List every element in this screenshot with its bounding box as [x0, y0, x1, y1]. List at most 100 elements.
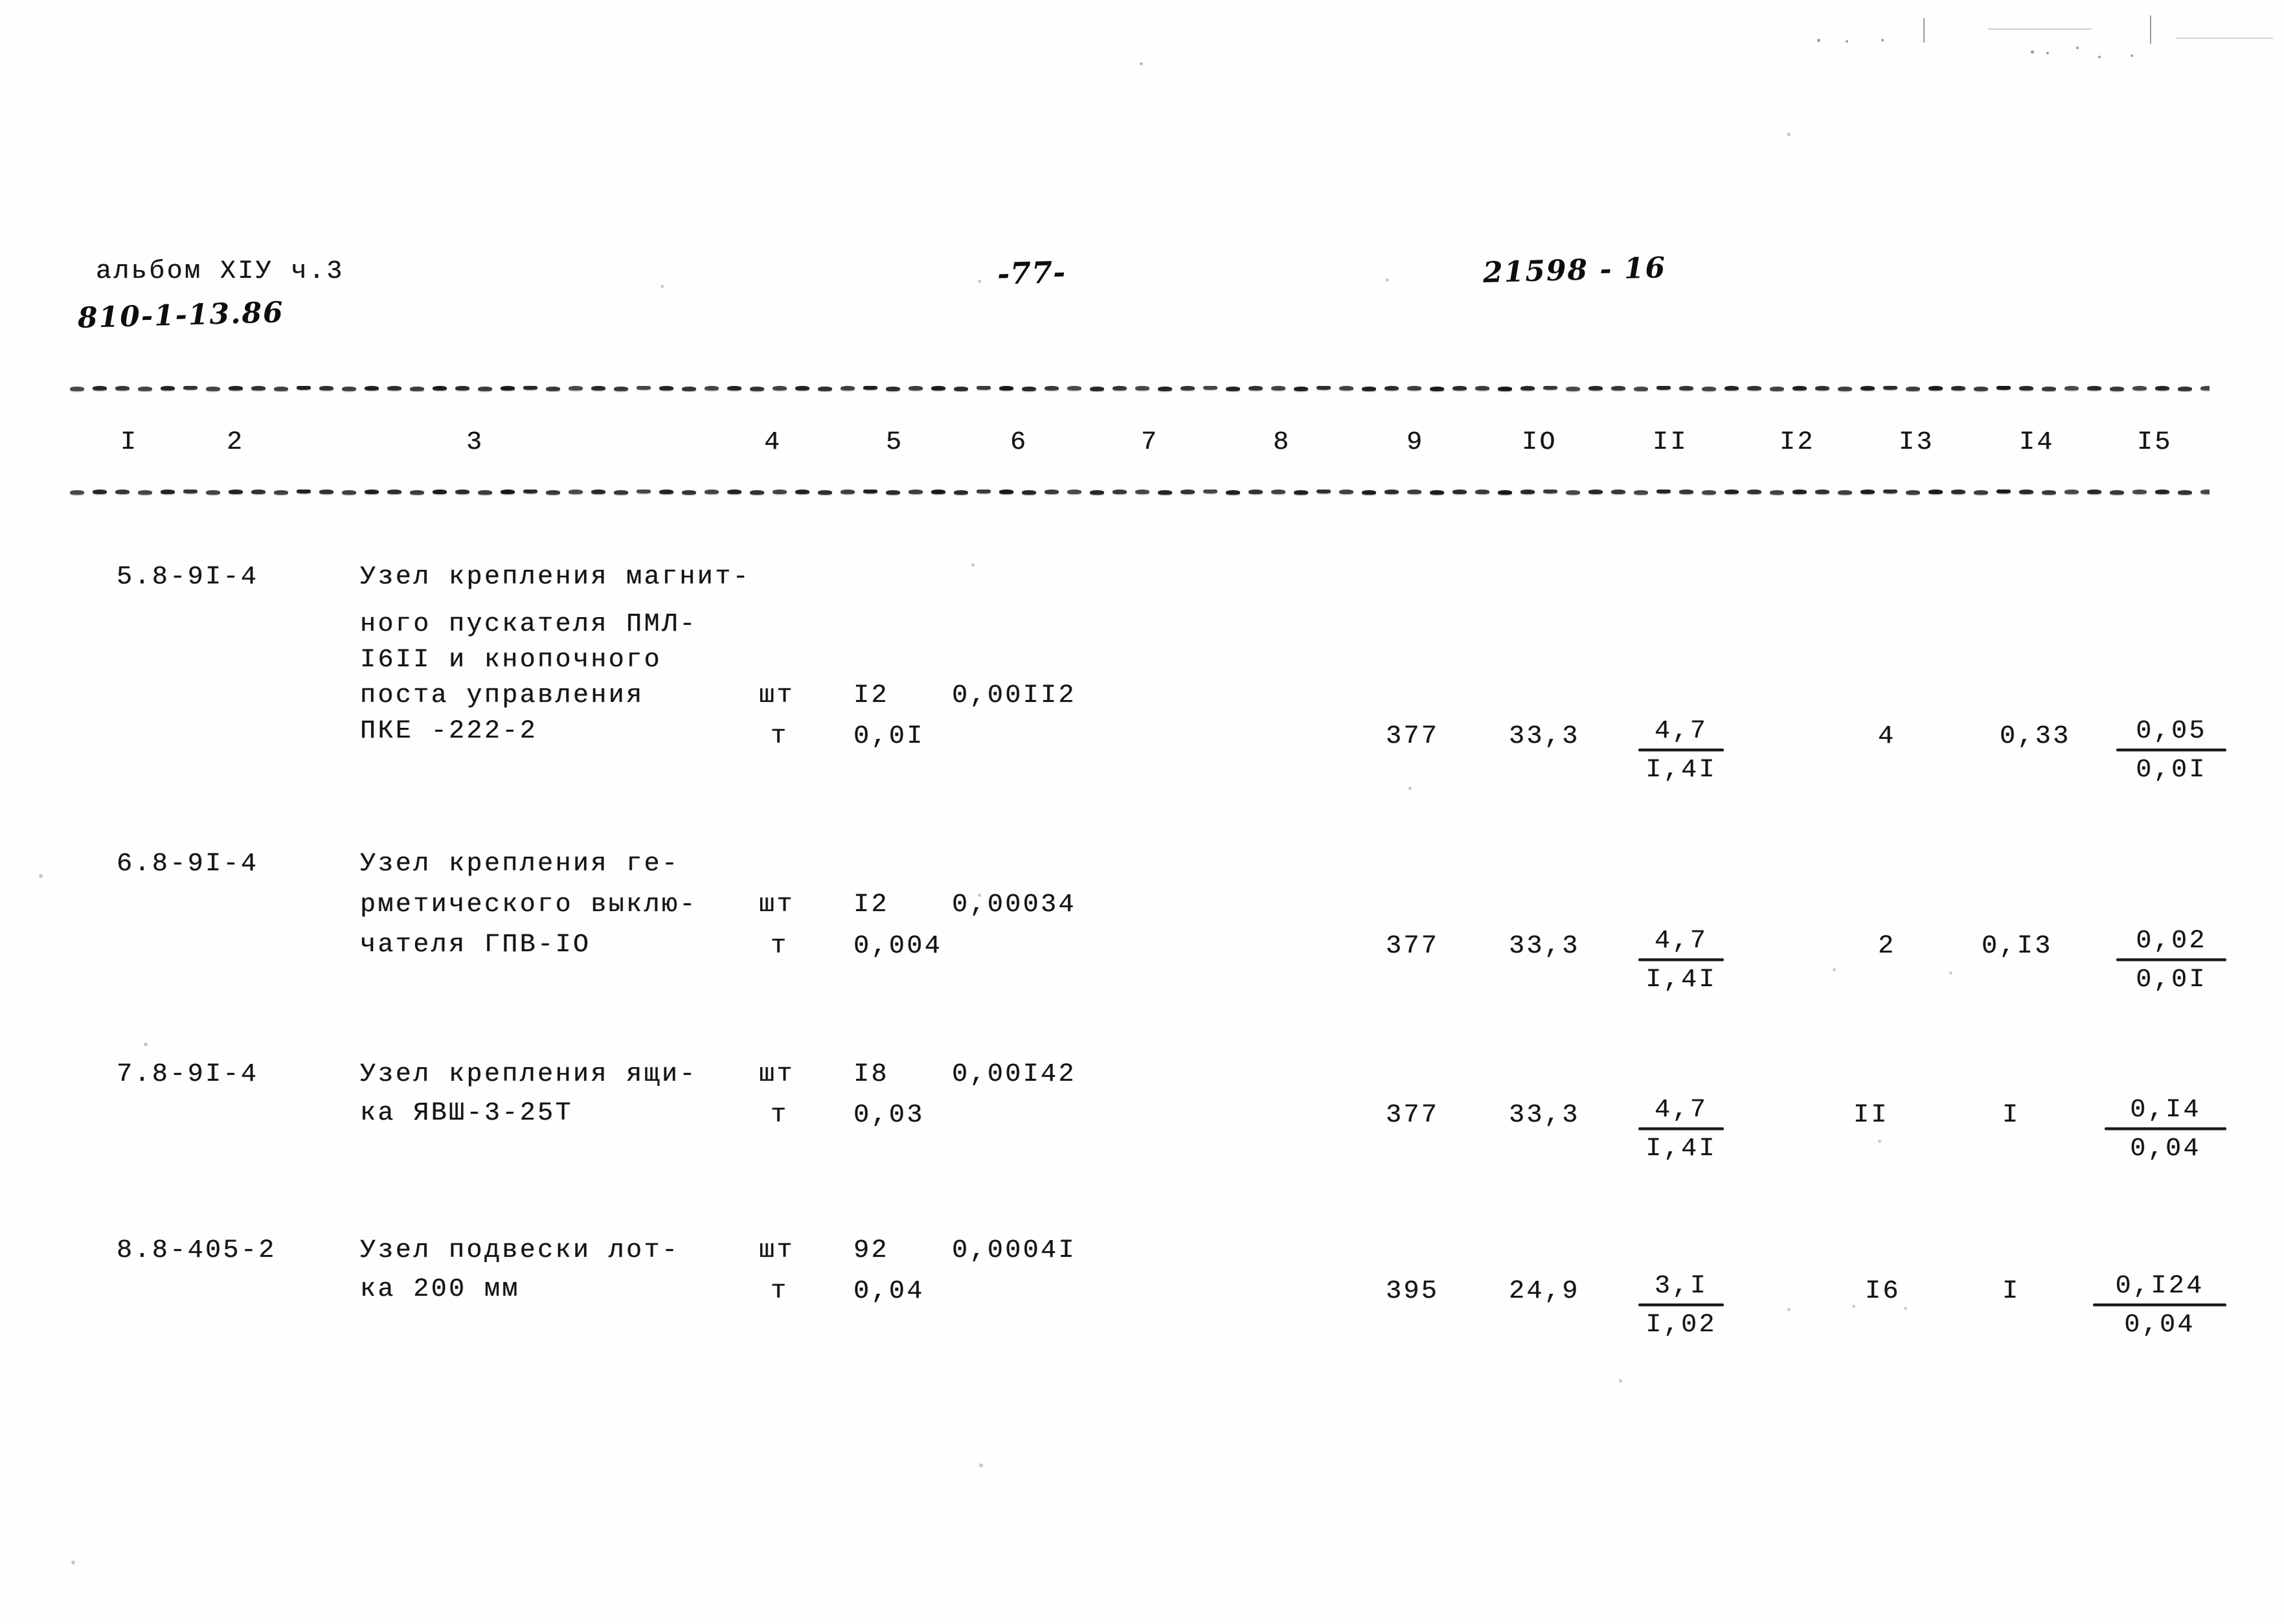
row-col9: 377	[1386, 722, 1440, 751]
column-number-3: 3	[466, 428, 484, 457]
row-col11-fraction: 4,7 I,4I	[1638, 1098, 1724, 1162]
row-qty-primary: I8	[854, 1060, 889, 1089]
album-code-handwritten: 810-1-13.86	[77, 296, 285, 335]
row-qty-primary: I2	[854, 890, 889, 919]
row-value-primary: 0,00034	[952, 890, 1076, 919]
fraction-rule	[1638, 958, 1724, 961]
row-value-primary: 0,00II2	[952, 681, 1076, 710]
row-qty-secondary: 0,0I	[854, 722, 925, 751]
table-header-separator	[70, 490, 2210, 498]
row-unit-secondary: т	[771, 722, 789, 751]
row-value-primary: 0,00I42	[952, 1060, 1076, 1089]
row-description-line: поста управления	[360, 681, 644, 710]
row-code: 5.8-9I-4	[117, 563, 259, 592]
row-col10: 33,3	[1509, 932, 1580, 961]
row-col15-numerator: 0,I24	[2115, 1272, 2204, 1301]
row-col15-fraction: 0,I4 0,04	[2105, 1098, 2226, 1162]
row-col15-denominator: 0,04	[2124, 1311, 2195, 1340]
row-col11-denominator: I,4I	[1645, 756, 1717, 785]
row-col11-fraction: 3,I I,02	[1638, 1274, 1724, 1338]
column-number-4: 4	[764, 428, 782, 457]
row-col12: I6	[1865, 1277, 1901, 1306]
row-col12: II	[1853, 1101, 1889, 1130]
column-number-5: 5	[886, 428, 904, 457]
table-top-separator	[70, 386, 2210, 394]
row-description-line: Узел крепления магнит-	[360, 563, 751, 592]
row-description-line: Узел крепления ящи-	[360, 1060, 697, 1089]
row-col15-fraction: 0,02 0,0I	[2116, 929, 2226, 993]
column-number-12: I2	[1780, 428, 1815, 457]
column-number-6: 6	[1010, 428, 1028, 457]
row-description-line: Узел подвески лот-	[360, 1236, 680, 1265]
row-col15-numerator: 0,I4	[2130, 1096, 2201, 1125]
document-code: 21598 - 16	[1482, 251, 1667, 289]
column-number-13: I3	[1899, 428, 1934, 457]
row-col12: 2	[1878, 932, 1896, 961]
row-description-line: Узел крепления ге-	[360, 850, 680, 879]
row-qty-secondary: 0,03	[854, 1101, 925, 1130]
row-qty-primary: 92	[854, 1236, 889, 1265]
row-col15-denominator: 0,0I	[2136, 965, 2207, 995]
row-col14: 0,33	[2000, 722, 2071, 751]
row-description-line: ка 200 мм	[360, 1275, 520, 1304]
column-number-7: 7	[1141, 428, 1159, 457]
row-col15-numerator: 0,02	[2136, 927, 2207, 956]
album-label: альбом ХIУ ч.3	[96, 257, 345, 286]
row-col14: 0,I3	[1982, 932, 2053, 961]
row-unit-primary: шт	[759, 890, 795, 919]
row-description-line: ПКЕ -222-2	[360, 717, 538, 746]
row-col11-numerator: 4,7	[1654, 1096, 1708, 1125]
row-col11-fraction: 4,7 I,4I	[1638, 719, 1724, 784]
column-number-10: IO	[1522, 428, 1557, 457]
row-col15-fraction: 0,05 0,0I	[2116, 719, 2226, 784]
row-col11-denominator: I,4I	[1645, 1134, 1717, 1164]
row-col14: I	[2002, 1101, 2020, 1130]
column-number-8: 8	[1273, 428, 1291, 457]
row-col15-denominator: 0,04	[2130, 1134, 2201, 1164]
column-number-14: I4	[2019, 428, 2055, 457]
row-code: 6.8-9I-4	[117, 850, 259, 879]
row-qty-secondary: 0,004	[854, 932, 943, 961]
row-col12: 4	[1878, 722, 1896, 751]
row-description-line: ного пускателя ПМЛ-	[360, 610, 697, 639]
fraction-rule	[1638, 1303, 1724, 1306]
column-number-1: I	[120, 428, 139, 457]
row-description-line: чателя ГПВ-IO	[360, 930, 591, 960]
row-col10: 33,3	[1509, 722, 1580, 751]
row-code: 7.8-9I-4	[117, 1060, 259, 1089]
row-col11-numerator: 3,I	[1654, 1272, 1708, 1301]
row-col11-numerator: 4,7	[1654, 717, 1708, 746]
column-number-9: 9	[1407, 428, 1425, 457]
row-col14: I	[2002, 1277, 2020, 1306]
row-description-line: I6II и кнопочного	[360, 646, 662, 675]
row-col9: 377	[1386, 1101, 1440, 1130]
fraction-rule	[2116, 749, 2226, 751]
row-unit-secondary: т	[771, 1277, 789, 1306]
row-description-line: ка ЯВШ-3-25Т	[360, 1099, 573, 1128]
row-col10: 33,3	[1509, 1101, 1580, 1130]
fraction-rule	[2105, 1127, 2226, 1130]
row-col9: 377	[1386, 932, 1440, 961]
row-unit-primary: шт	[759, 681, 795, 710]
row-unit-primary: шт	[759, 1060, 795, 1089]
fraction-rule	[1638, 749, 1724, 751]
column-number-11: II	[1653, 428, 1688, 457]
row-col10: 24,9	[1509, 1277, 1580, 1306]
row-unit-secondary: т	[771, 932, 789, 961]
row-col15-denominator: 0,0I	[2136, 756, 2207, 785]
fraction-rule	[2093, 1303, 2226, 1306]
row-col15-fraction: 0,I24 0,04	[2093, 1274, 2226, 1338]
row-col9: 395	[1386, 1277, 1440, 1306]
row-qty-secondary: 0,04	[854, 1277, 925, 1306]
row-col11-numerator: 4,7	[1654, 927, 1708, 956]
row-col15-numerator: 0,05	[2136, 717, 2207, 746]
row-col11-denominator: I,4I	[1645, 965, 1717, 995]
row-col11-fraction: 4,7 I,4I	[1638, 929, 1724, 993]
row-qty-primary: I2	[854, 681, 889, 710]
row-unit-primary: шт	[759, 1236, 795, 1265]
page-number: -77-	[997, 254, 1067, 291]
row-description-line: рметического выклю-	[360, 890, 697, 919]
row-value-primary: 0,0004I	[952, 1236, 1076, 1265]
fraction-rule	[1638, 1127, 1724, 1130]
row-unit-secondary: т	[771, 1101, 789, 1130]
